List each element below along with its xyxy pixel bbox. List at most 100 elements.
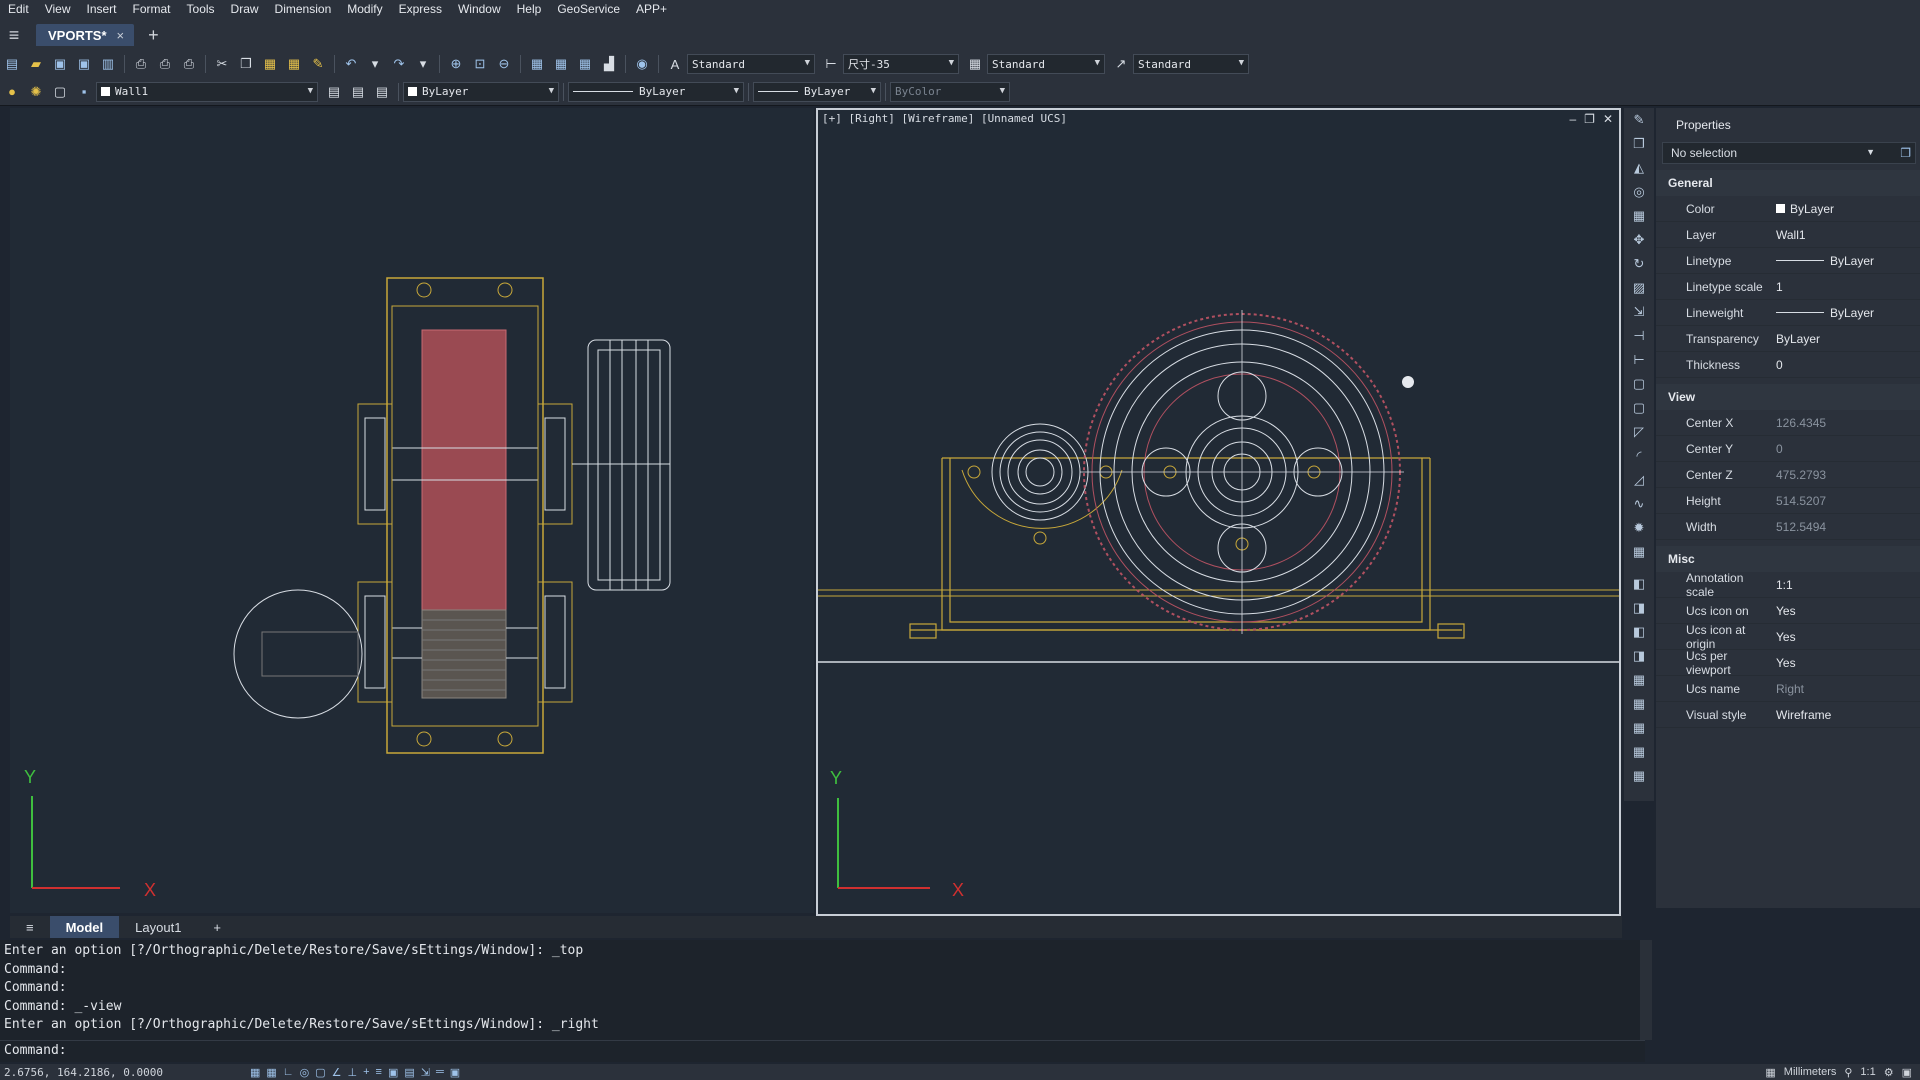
prop-row-thickness[interactable]: Thickness 0	[1656, 352, 1920, 378]
menu-edit[interactable]: Edit	[0, 2, 37, 16]
lineweight-toggle-icon[interactable]: ≡	[376, 1066, 382, 1079]
menu-app-plus[interactable]: APP+	[628, 2, 675, 16]
menu-express[interactable]: Express	[391, 2, 450, 16]
layer-manager-icon[interactable]: ▤	[324, 82, 344, 102]
undo-icon[interactable]: ↶	[341, 54, 361, 74]
paste-special-icon[interactable]: ▦	[284, 54, 304, 74]
publish-icon[interactable]: ⎙	[179, 54, 199, 74]
prop-value[interactable]: ByLayer	[1772, 202, 1920, 216]
color-select[interactable]: ByLayer ▼	[403, 81, 559, 102]
new-file-icon[interactable]: ▤	[2, 54, 22, 74]
minimize-icon[interactable]: –	[1569, 112, 1576, 126]
otrack-icon[interactable]: ∠	[332, 1066, 342, 1079]
menu-format[interactable]: Format	[125, 2, 179, 16]
cut-icon[interactable]: ✂	[212, 54, 232, 74]
prop-row-linetype[interactable]: Linetype ByLayer	[1656, 248, 1920, 274]
save-as-icon[interactable]: ▣	[74, 54, 94, 74]
erase-icon[interactable]: ✎	[1629, 110, 1649, 130]
new-tab-plus-icon[interactable]: +	[148, 25, 159, 46]
lineweight-select[interactable]: ByLayer ▼	[753, 81, 881, 102]
paste-icon[interactable]: ▦	[260, 54, 280, 74]
polar-icon[interactable]: ◎	[300, 1066, 310, 1079]
prop-row-transparency[interactable]: Transparency ByLayer	[1656, 326, 1920, 352]
blend-icon[interactable]: ◿	[1629, 470, 1649, 490]
save-icon[interactable]: ▣	[50, 54, 70, 74]
viewport-right-view[interactable]: [+] [Right] [Wireframe] [Unnamed UCS] – …	[816, 108, 1621, 916]
mirror-icon[interactable]: ◭	[1629, 158, 1649, 178]
prop-row-ucs-per-viewport[interactable]: Ucs per viewport Yes	[1656, 649, 1920, 677]
hamburger-menu-icon[interactable]: ≡	[0, 21, 28, 49]
layer-color-icon[interactable]: ▪	[74, 82, 94, 102]
prop-value[interactable]: Yes	[1772, 656, 1920, 670]
print-preview-icon[interactable]: ⎙	[155, 54, 175, 74]
prop-row-ucs-icon-on[interactable]: Ucs icon on Yes	[1656, 598, 1920, 624]
dim-style-select[interactable]: 尺寸-35 ▼	[843, 54, 959, 74]
menu-tools[interactable]: Tools	[179, 2, 223, 16]
viewport-top-view[interactable]: Y X	[10, 108, 814, 913]
move-icon[interactable]: ✥	[1629, 230, 1649, 250]
grid-icon[interactable]: ▦	[250, 1066, 260, 1079]
prop-row-linetype-scale[interactable]: Linetype scale 1	[1656, 274, 1920, 300]
ortho-icon[interactable]: ∟	[283, 1066, 294, 1079]
menu-window[interactable]: Window	[450, 2, 509, 16]
prop-row-ucs-icon-origin[interactable]: Ucs icon at origin Yes	[1656, 623, 1920, 651]
snap-icon[interactable]: ▦	[266, 1066, 276, 1079]
menu-help[interactable]: Help	[509, 2, 550, 16]
zoom-window-icon[interactable]: ⊡	[470, 54, 490, 74]
chamfer-icon[interactable]: ◸	[1629, 422, 1649, 442]
layer-freeze-icon[interactable]: ✺	[26, 82, 46, 102]
model-space-icon[interactable]: ▣	[450, 1066, 460, 1079]
sheet-set-icon[interactable]: ▟	[599, 54, 619, 74]
spline-edit-icon[interactable]: ∿	[1629, 494, 1649, 514]
section-misc[interactable]: Misc	[1656, 546, 1920, 572]
restore-icon[interactable]: ❐	[1584, 112, 1595, 126]
all-annot-front-icon[interactable]: ▦	[1629, 766, 1649, 786]
prop-value[interactable]: ByLayer	[1772, 254, 1920, 268]
menu-insert[interactable]: Insert	[78, 2, 124, 16]
ducs-icon[interactable]: ⊥	[347, 1066, 357, 1079]
design-center-icon[interactable]: ▦	[551, 54, 571, 74]
tab-model[interactable]: Model	[49, 916, 120, 938]
fillet-icon[interactable]: ◜	[1629, 446, 1649, 466]
table-style-select[interactable]: Standard ▼	[987, 54, 1105, 74]
selection-cycling-icon[interactable]: ⇲	[421, 1066, 430, 1079]
layout-list-icon[interactable]: ≡	[10, 916, 50, 938]
prop-row-visual-style[interactable]: Visual style Wireframe	[1656, 702, 1920, 728]
menu-draw[interactable]: Draw	[223, 2, 267, 16]
zoom-realtime-icon[interactable]: ⊕	[446, 54, 466, 74]
layer-select[interactable]: Wall1 ▼	[96, 81, 318, 102]
prop-value[interactable]: 1:1	[1772, 578, 1920, 592]
dyn-icon[interactable]: +	[363, 1066, 369, 1079]
prop-value[interactable]: Wireframe	[1772, 708, 1920, 722]
command-history-scrollbar[interactable]	[1640, 940, 1652, 1040]
break-icon[interactable]: ▢	[1629, 374, 1649, 394]
zoom-previous-icon[interactable]: ⊖	[494, 54, 514, 74]
stretch-icon[interactable]: ⇲	[1629, 302, 1649, 322]
menu-geoservice[interactable]: GeoService	[549, 2, 628, 16]
layer-previous-icon[interactable]: ▤	[348, 82, 368, 102]
section-view[interactable]: View	[1656, 384, 1920, 410]
tool-palettes-icon[interactable]: ▦	[575, 54, 595, 74]
add-layout-plus-icon[interactable]: +	[197, 916, 237, 938]
layer-state-icon[interactable]: ●	[2, 82, 22, 102]
draworder-back-icon[interactable]: ◨	[1629, 598, 1649, 618]
prop-value[interactable]: 0	[1772, 358, 1920, 372]
menu-dimension[interactable]: Dimension	[267, 2, 340, 16]
leader-front-icon[interactable]: ▦	[1629, 718, 1649, 738]
menu-view[interactable]: View	[37, 2, 79, 16]
document-tab[interactable]: VPORTS* ×	[36, 24, 135, 46]
transparency-toggle-icon[interactable]: ▣	[388, 1066, 398, 1079]
offset-icon[interactable]: ◎	[1629, 182, 1649, 202]
explode-icon[interactable]: ✹	[1629, 518, 1649, 538]
osnap-icon[interactable]: ▢	[315, 1066, 325, 1079]
prop-value[interactable]: Yes	[1772, 604, 1920, 618]
extend-icon[interactable]: ⊢	[1629, 350, 1649, 370]
prop-row-color[interactable]: Color ByLayer	[1656, 196, 1920, 222]
annotation-monitor-icon[interactable]: ═	[436, 1066, 444, 1079]
prop-value[interactable]: ByLayer	[1772, 306, 1920, 320]
prop-value[interactable]: ByLayer	[1772, 332, 1920, 346]
fullscreen-icon[interactable]: ▣	[1902, 1066, 1912, 1079]
draworder-front-icon[interactable]: ◧	[1629, 574, 1649, 594]
prop-value[interactable]: 1	[1772, 280, 1920, 294]
prop-row-annotation-scale[interactable]: Annotation scale 1:1	[1656, 571, 1920, 599]
